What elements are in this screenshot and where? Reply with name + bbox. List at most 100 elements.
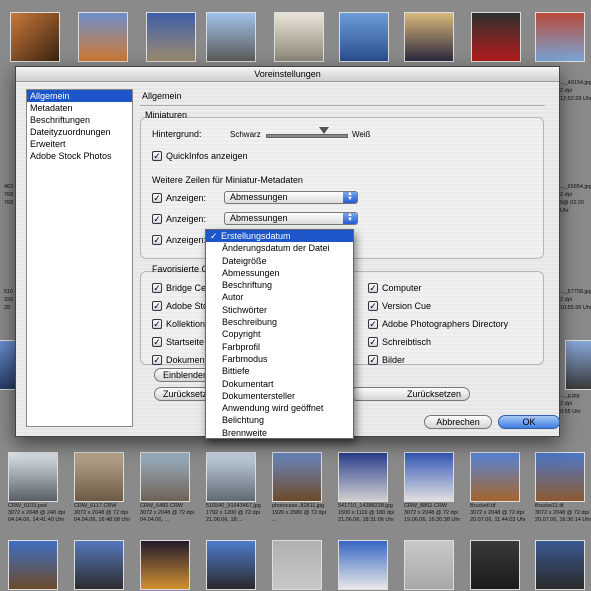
thumbnail[interactable]: [535, 452, 585, 502]
category-item-erweitert[interactable]: Erweitert: [27, 138, 132, 150]
fav-right-5-checkbox[interactable]: ✓: [368, 355, 378, 365]
menu-item[interactable]: Farbmodus: [206, 353, 353, 365]
background-slider-thumb[interactable]: [318, 127, 329, 134]
thumbnail[interactable]: [338, 540, 388, 590]
thumbnail[interactable]: [274, 12, 324, 62]
thumbnail[interactable]: [535, 540, 585, 590]
thumbnail[interactable]: [339, 12, 389, 62]
thumbnail-meta: ..._57758.jpg 2 dpi 10:55:36 Uhr: [560, 289, 591, 311]
thumbnail[interactable]: [471, 12, 521, 62]
show-line-2-checkbox[interactable]: ✓: [152, 214, 162, 224]
fav-right-3-label: Adobe Photographers Directory: [382, 319, 509, 329]
thumbnail[interactable]: [272, 540, 322, 590]
fav-left-5-checkbox[interactable]: ✓: [152, 355, 162, 365]
fav-right-4-checkbox[interactable]: ✓: [368, 337, 378, 347]
thumbnail-meta: ..._65854.jpg 2 dpi 0@ 02:20 Uhr: [560, 184, 591, 214]
thumbnail-meta: ..._g.jpg 2 dpi 0:55 Uhr: [560, 393, 582, 415]
menu-item[interactable]: Dateigröße: [206, 255, 353, 267]
thumbnail[interactable]: [338, 452, 388, 502]
black-label: Schwarz: [230, 130, 261, 139]
chevron-updown-icon: ▲ ▼: [343, 191, 357, 203]
fav-left-2-checkbox[interactable]: ✓: [152, 301, 162, 311]
menu-item[interactable]: Anwendung wird geöffnet: [206, 402, 353, 414]
category-item-metadaten[interactable]: Metadaten: [27, 102, 132, 114]
fav-right-1-checkbox[interactable]: ✓: [368, 283, 378, 293]
thumbnail[interactable]: [206, 452, 256, 502]
category-item-dateityzuordnungen[interactable]: Dateityzuordnungen: [27, 126, 132, 138]
thumbnail[interactable]: [78, 12, 128, 62]
menu-item[interactable]: Copyright: [206, 328, 353, 340]
line-2-value: Abmessungen: [230, 213, 288, 223]
fav-left-4-checkbox[interactable]: ✓: [152, 337, 162, 347]
thumbnail[interactable]: [272, 452, 322, 502]
thumbnail-meta: ..._49154.jpg 2 dpi 12:52:28 Uhr: [560, 80, 591, 102]
menu-item[interactable]: Bittiefe: [206, 365, 353, 377]
line-1-value: Abmessungen: [230, 192, 288, 202]
menu-item[interactable]: Farbprofil: [206, 341, 353, 353]
thumbnail[interactable]: [74, 452, 124, 502]
fav-right-3-checkbox[interactable]: ✓: [368, 319, 378, 329]
thumbnail[interactable]: [8, 452, 58, 502]
menu-item[interactable]: Stichwörter: [206, 304, 353, 316]
thumbnail[interactable]: [470, 452, 520, 502]
background-slider[interactable]: [266, 134, 348, 138]
white-label: Weiß: [352, 130, 371, 139]
thumbnails-title: Miniaturen: [145, 110, 188, 120]
category-list: Allgemein Metadaten Beschriftungen Datei…: [26, 89, 133, 427]
menu-item[interactable]: Beschreibung: [206, 316, 353, 328]
show-line-1-checkbox[interactable]: ✓: [152, 193, 162, 203]
checkmark-icon: ✓: [210, 231, 218, 241]
thumbnail[interactable]: [404, 452, 454, 502]
thumbnail[interactable]: [206, 540, 256, 590]
menu-item[interactable]: Änderungsdatum der Datei: [206, 242, 353, 254]
thumbnail[interactable]: [565, 340, 591, 390]
quickinfo-checkbox[interactable]: ✓: [152, 151, 162, 161]
menu-item[interactable]: Brennweite: [206, 427, 353, 439]
thumbnail[interactable]: [206, 12, 256, 62]
show-line-3-checkbox[interactable]: ✓: [152, 235, 162, 245]
fav-right-2-checkbox[interactable]: ✓: [368, 301, 378, 311]
thumbnail[interactable]: [470, 540, 520, 590]
thumbnail[interactable]: [74, 540, 124, 590]
menu-item[interactable]: Autor: [206, 291, 353, 303]
fav-left-3-label: Kollektione: [166, 319, 211, 329]
thumbnail-meta: Brucke11.tif 3072 x 2048 @ 72 dpi 20.07.…: [535, 503, 591, 523]
metadata-field-menu: ✓ Erstellungsdatum Änderungsdatum der Dat…: [205, 229, 354, 439]
reset-right-button[interactable]: Zurücksetzen: [350, 387, 470, 401]
category-item-adobe-stock-photos[interactable]: Adobe Stock Photos: [27, 150, 132, 162]
menu-item[interactable]: Dokumentart: [206, 378, 353, 390]
thumbnail[interactable]: [140, 452, 190, 502]
chevron-updown-icon: ▲ ▼: [343, 212, 357, 224]
category-item-beschriftungen[interactable]: Beschriftungen: [27, 114, 132, 126]
thumbnail-meta: 541710_14388228.jpg 1500 x 1119 @ 180 dp…: [338, 503, 395, 523]
thumbnail-meta: 510 326 28: [4, 289, 14, 311]
thumbnail[interactable]: [146, 12, 196, 62]
fav-right-5-label: Bilder: [382, 355, 406, 365]
fav-left-1-checkbox[interactable]: ✓: [152, 283, 162, 293]
line-2-popup[interactable]: Abmessungen ▲ ▼: [224, 212, 358, 225]
menu-item[interactable]: Belichtung: [206, 414, 353, 426]
thumbnail-meta: CRW_6117.CRW 3072 x 2048 @ 72 dpi 04.04.…: [74, 503, 131, 523]
favorites-title: Favorisierte O: [152, 264, 209, 274]
cancel-button[interactable]: Abbrechen: [424, 415, 492, 429]
thumbnail[interactable]: [8, 540, 58, 590]
fav-left-4-label: Startseite: [166, 337, 205, 347]
thumbnail[interactable]: [404, 540, 454, 590]
thumbnail[interactable]: [10, 12, 60, 62]
menu-item[interactable]: Dokumentersteller: [206, 390, 353, 402]
menu-item-selected[interactable]: ✓ Erstellungsdatum: [206, 230, 353, 243]
category-item-allgemein[interactable]: Allgemein: [27, 90, 132, 102]
thumbnail[interactable]: [404, 12, 454, 62]
thumbnail-meta: photocase..82811.jpg 1920 x 2580 @ 72 dp…: [272, 503, 326, 523]
show-line-3-label: Anzeigen:: [166, 235, 207, 245]
ok-button[interactable]: OK: [498, 415, 560, 429]
menu-item[interactable]: Beschriftung: [206, 279, 353, 291]
thumbnail[interactable]: [535, 12, 585, 62]
menu-item[interactable]: Abmessungen: [206, 267, 353, 279]
show-line-1-label: Anzeigen:: [166, 193, 207, 203]
thumbnail-meta: CRW_6482.CRW 3072 x 2048 @ 72 dpi 04.04.…: [140, 503, 194, 523]
fav-left-3-checkbox[interactable]: ✓: [152, 319, 162, 329]
line-1-popup[interactable]: Abmessungen ▲ ▼: [224, 191, 358, 204]
background-label: Hintergrund:: [152, 129, 202, 139]
thumbnail[interactable]: [140, 540, 190, 590]
